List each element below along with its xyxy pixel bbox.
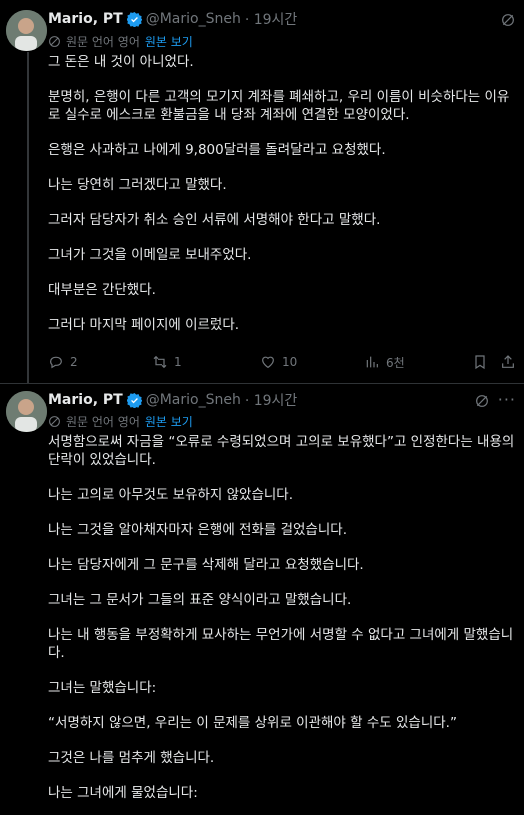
- thread-line: [27, 52, 29, 383]
- translation-notice: 원문 언어 영어 원본 보기: [48, 412, 193, 430]
- author-name[interactable]: Mario, PT: [48, 11, 123, 27]
- author-name[interactable]: Mario, PT: [48, 392, 123, 408]
- reply-button[interactable]: 2: [48, 354, 78, 370]
- like-count: 10: [282, 355, 298, 369]
- translate-icon: [49, 415, 60, 427]
- paragraph: 나는 고의로 아무것도 보유하지 않았습니다.: [48, 487, 294, 503]
- like-button[interactable]: 10: [260, 354, 297, 370]
- share-button[interactable]: [500, 354, 522, 370]
- views-button[interactable]: 6천: [364, 354, 405, 371]
- paragraph: 그러자 담당자가 취소 승인 서류에 서명해야 한다고 말했다.: [48, 212, 381, 228]
- share-icon: [502, 355, 514, 368]
- grok-icon[interactable]: [474, 393, 490, 409]
- tweet-1[interactable]: Mario, PT @Mario_Sneh · 19시간 원문 언어 영어 원본…: [0, 0, 524, 383]
- paragraph: 그녀가 그것을 이메일로 보내주었다.: [48, 247, 252, 263]
- reply-count: 2: [70, 355, 78, 369]
- bookmark-icon: [475, 355, 485, 370]
- tweet-actions: 2 1 10 6천: [48, 352, 518, 372]
- timestamp[interactable]: · 19시간: [245, 390, 297, 410]
- view-original-link[interactable]: 원본 보기: [145, 413, 193, 430]
- paragraph: 분명히, 은행이 다른 고객의 모기지 계좌를 폐쇄하고, 우리 이름이 비슷하…: [48, 89, 510, 123]
- translation-notice: 원문 언어 영어 원본 보기: [48, 32, 193, 50]
- paragraph: 그것은 나를 멈추게 했습니다.: [48, 750, 215, 766]
- grok-icon[interactable]: [500, 12, 516, 28]
- views-count: 6천: [386, 355, 405, 370]
- views-icon: [366, 356, 378, 368]
- reply-icon: [50, 356, 62, 369]
- like-icon: [262, 356, 274, 369]
- repost-button[interactable]: 1: [152, 354, 182, 370]
- verified-badge-icon: [126, 11, 142, 27]
- translated-from-label: 원문 언어 영어: [66, 34, 140, 49]
- paragraph: 나는 그녀에게 물었습니다:: [48, 785, 198, 801]
- paragraph: 그녀는 그 문서가 그들의 표준 양식이라고 말했습니다.: [48, 592, 352, 608]
- avatar[interactable]: [6, 10, 47, 51]
- tweet-header: Mario, PT @Mario_Sneh · 19시간: [48, 390, 297, 410]
- timestamp[interactable]: · 19시간: [245, 9, 297, 29]
- paragraph: 서명함으로써 자금을 “오류로 수령되었으며 고의로 보유했다”고 인정한다는 …: [48, 434, 515, 468]
- bookmark-button[interactable]: [472, 354, 494, 370]
- paragraph: 은행은 사과하고 나에게 9,800달러를 돌려달라고 요청했다.: [48, 142, 386, 158]
- paragraph: 나는 담당자에게 그 문구를 삭제해 달라고 요청했습니다.: [48, 557, 364, 573]
- tweet-2[interactable]: Mario, PT @Mario_Sneh · 19시간 ··· 원문 언어 영…: [0, 384, 524, 815]
- translate-icon: [49, 35, 60, 47]
- view-original-link[interactable]: 원본 보기: [145, 33, 193, 50]
- paragraph: 나는 당연히 그러겠다고 말했다.: [48, 177, 227, 193]
- author-handle[interactable]: @Mario_Sneh: [146, 11, 241, 27]
- tweet-header: Mario, PT @Mario_Sneh · 19시간: [48, 9, 297, 29]
- paragraph: 대부분은 간단했다.: [48, 282, 156, 298]
- more-icon[interactable]: ···: [498, 390, 516, 409]
- avatar[interactable]: [6, 391, 47, 432]
- paragraph: 그 돈은 내 것이 아니었다.: [48, 54, 194, 70]
- verified-badge-icon: [126, 392, 142, 408]
- paragraph: 나는 내 행동을 부정확하게 묘사하는 무언가에 서명할 수 없다고 그녀에게 …: [48, 627, 514, 661]
- paragraph: 그러다 마지막 페이지에 이르렀다.: [48, 317, 240, 333]
- tweet-text: 그 돈은 내 것이 아니었다. 분명히, 은행이 다른 고객의 모기지 계좌를 …: [48, 53, 518, 334]
- author-handle[interactable]: @Mario_Sneh: [146, 392, 241, 408]
- paragraph: 그녀는 말했습니다:: [48, 680, 157, 696]
- paragraph: 나는 그것을 알아채자마자 은행에 전화를 걸었습니다.: [48, 522, 347, 538]
- repost-count: 1: [174, 355, 182, 369]
- tweet-text: 서명함으로써 자금을 “오류로 수령되었으며 고의로 보유했다”고 인정한다는 …: [48, 433, 518, 802]
- repost-icon: [153, 355, 167, 369]
- paragraph: “서명하지 않으면, 우리는 이 문제를 상위로 이관해야 할 수도 있습니다.…: [48, 715, 457, 731]
- translated-from-label: 원문 언어 영어: [66, 414, 140, 429]
